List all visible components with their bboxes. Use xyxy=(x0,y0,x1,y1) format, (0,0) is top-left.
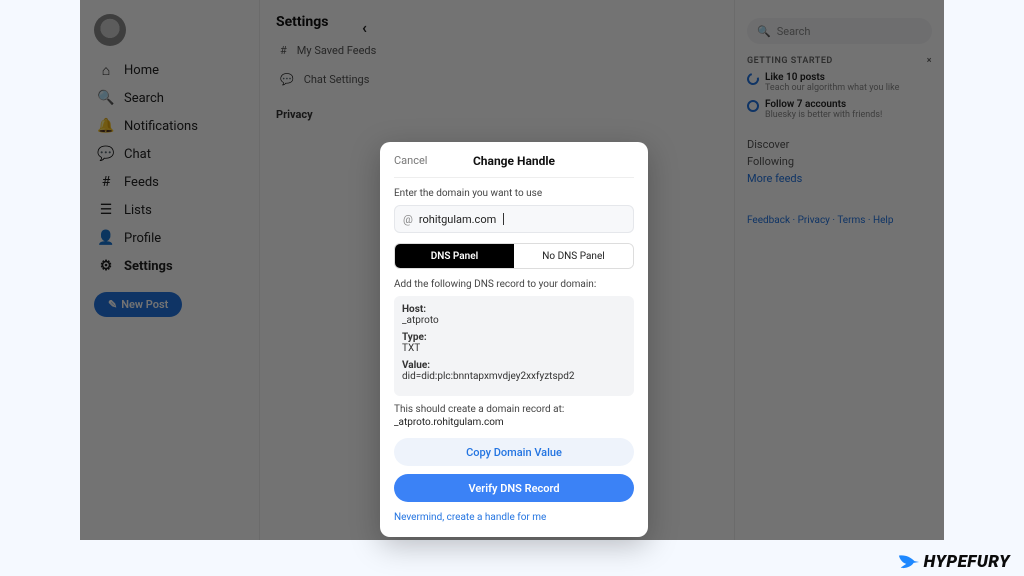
hypefury-brand-text: HYPEFURY xyxy=(924,552,1010,572)
should-create-text: This should create a domain record at: xyxy=(394,404,634,415)
copy-domain-value-button[interactable]: Copy Domain Value xyxy=(394,438,634,466)
domain-input-value: rohitgulam.com xyxy=(419,213,496,226)
verify-dns-record-button[interactable]: Verify DNS Record xyxy=(394,474,634,502)
panel-segmented-control: DNS Panel No DNS Panel xyxy=(394,243,634,269)
dns-record-box: Host:_atproto Type:TXT Value:did=did:plc… xyxy=(394,296,634,396)
dns-record-label: Add the following DNS record to your dom… xyxy=(394,279,634,290)
hypefury-logo-icon xyxy=(898,553,920,571)
domain-input[interactable]: @ rohitgulam.com xyxy=(394,205,634,233)
dns-host-value: _atproto xyxy=(402,315,439,326)
cancel-button[interactable]: Cancel xyxy=(394,154,427,167)
record-at-value: _atproto.rohitgulam.com xyxy=(394,417,634,428)
domain-input-label: Enter the domain you want to use xyxy=(394,188,634,199)
change-handle-modal: Cancel Change Handle Enter the domain yo… xyxy=(380,142,648,537)
tab-dns-panel[interactable]: DNS Panel xyxy=(395,244,514,268)
hypefury-brand: HYPEFURY xyxy=(898,552,1010,572)
text-cursor xyxy=(503,213,504,225)
dns-value-value: did=did:plc:bnntapxmvdjey2xxfyztspd2 xyxy=(402,371,574,382)
tab-no-dns-panel[interactable]: No DNS Panel xyxy=(514,244,633,268)
create-handle-link[interactable]: Nevermind, create a handle for me xyxy=(394,512,634,523)
dns-type-label: Type: xyxy=(402,332,626,343)
dns-type-value: TXT xyxy=(402,343,420,354)
dns-value-label: Value: xyxy=(402,360,626,371)
dns-host-label: Host: xyxy=(402,304,626,315)
at-icon: @ xyxy=(403,213,413,226)
